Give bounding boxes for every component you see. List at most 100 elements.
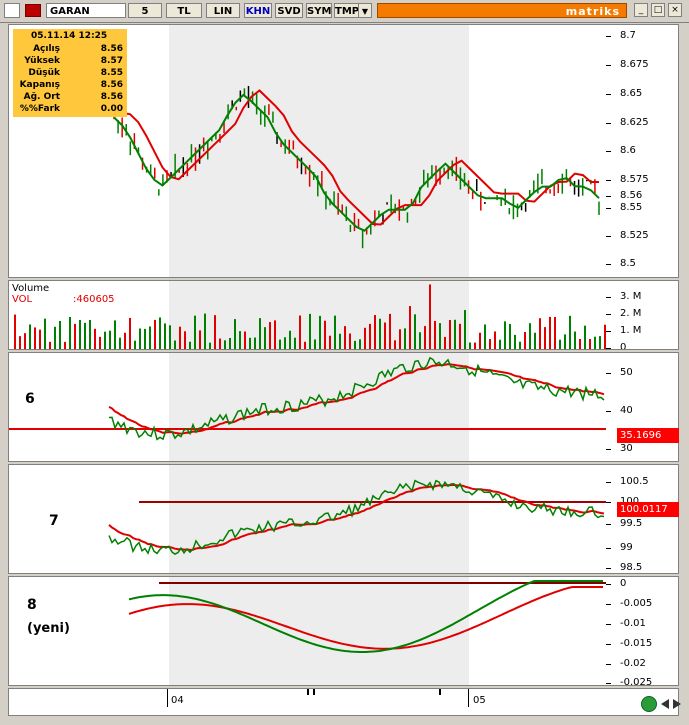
indicator-chart-6	[9, 353, 606, 461]
price-tick: 8.5	[620, 258, 636, 269]
scroll-left-icon[interactable]	[661, 699, 669, 709]
volume-bar	[489, 339, 491, 349]
volume-bar	[539, 318, 541, 349]
volume-bar	[504, 321, 506, 349]
volume-bar	[264, 327, 266, 349]
volume-bar	[19, 336, 21, 349]
indicator-axis-8[interactable]: 0 -0.005 -0.01 -0.015 -0.02 -0.025	[606, 576, 679, 686]
volume-bar	[199, 330, 201, 349]
volume-bar	[109, 330, 111, 349]
volume-bar	[124, 332, 126, 349]
volume-value: :460605	[73, 294, 115, 305]
volume-bar	[219, 338, 221, 349]
volume-bar	[89, 319, 91, 349]
value-badge-6: 35.1696	[617, 428, 679, 443]
toolbar: GARAN 5 TL LIN KHN SVD SYM TMP ▼ matriks…	[0, 0, 689, 23]
volume-bar	[49, 341, 51, 349]
time-axis[interactable]: 04 05	[8, 688, 681, 716]
volume-bar	[64, 341, 66, 349]
symbol-field[interactable]: GARAN	[46, 3, 126, 18]
volume-bar	[474, 342, 476, 349]
volume-bar	[209, 342, 211, 349]
info-row-change: %%Fark 0.00	[19, 104, 123, 114]
price-axis[interactable]: 8.7 8.675 8.65 8.625 8.6 8.575 8.56 8.55…	[606, 24, 679, 278]
price-tick: 8.65	[620, 88, 643, 99]
indicator-panel-6[interactable]: 6	[8, 352, 607, 462]
volume-axis[interactable]: 3. M 2. M 1. M 0	[606, 280, 679, 350]
volume-bar	[364, 327, 366, 349]
volume-bar	[374, 315, 376, 349]
volume-bar	[459, 323, 461, 349]
price-tick: 8.6	[620, 145, 636, 156]
volume-bar	[239, 331, 241, 349]
info-row-open: Açılış 8.56	[33, 44, 123, 54]
volume-bar	[119, 337, 121, 349]
scale-button[interactable]: LIN	[206, 3, 240, 18]
session-shade	[169, 577, 469, 685]
tmp-button[interactable]: TMP	[334, 3, 360, 18]
volume-bar	[469, 342, 471, 349]
volume-bar	[84, 322, 86, 349]
volume-bar	[254, 337, 256, 349]
volume-bar	[44, 318, 46, 349]
volume-bar	[434, 321, 436, 349]
axis-tick: 98.5	[620, 562, 643, 573]
volume-bar	[444, 336, 446, 349]
volume-bar	[169, 325, 171, 349]
period-button[interactable]: 5	[128, 3, 162, 18]
info-row-high: Yüksek 8.57	[24, 56, 123, 66]
info-date: 05.11.14 12:25	[31, 31, 108, 41]
indicator-panel-8[interactable]: 8 (yeni)	[8, 576, 607, 686]
indicator-axis-7[interactable]: 100.5 100 99.5 99 98.5	[606, 464, 679, 574]
axis-tick: 99.5	[620, 518, 643, 529]
minimize-button[interactable]: _	[634, 3, 648, 17]
volume-bar	[104, 331, 106, 349]
volume-bar	[399, 329, 401, 349]
volume-bar	[194, 315, 196, 349]
axis-tick: -0.015	[620, 638, 653, 649]
volume-bar	[69, 317, 71, 349]
indicator-panel-7[interactable]: 7	[8, 464, 607, 574]
volume-title: Volume	[12, 283, 50, 294]
currency-button[interactable]: TL	[166, 3, 202, 18]
dropdown-button[interactable]: ▼	[358, 3, 372, 18]
volume-bar	[549, 316, 551, 349]
scroll-right-icon[interactable]	[673, 699, 681, 709]
sym-button[interactable]: SYM	[306, 3, 332, 18]
volume-bar	[14, 314, 16, 349]
volume-bar	[339, 333, 341, 349]
volume-bar	[464, 310, 466, 349]
volume-bar	[409, 306, 411, 349]
volume-bar	[34, 327, 36, 349]
axis-tick: 99	[620, 542, 633, 553]
session-shade	[169, 25, 469, 277]
volume-bar	[174, 340, 176, 349]
date-label: 04	[171, 695, 184, 706]
panel-label-8: 8	[27, 597, 37, 613]
ohlc-info-box: 05.11.14 12:25 Açılış 8.56 Yüksek 8.57 Düş…	[13, 29, 127, 117]
volume-bar	[479, 332, 481, 349]
axis-tick: -0.005	[620, 598, 653, 609]
volume-bar	[419, 332, 421, 349]
price-panel[interactable]: 05.11.14 12:25 Açılış 8.56 Yüksek 8.57 Düş…	[8, 24, 607, 278]
refresh-icon[interactable]	[641, 696, 657, 712]
volume-bar	[289, 330, 291, 349]
volume-bar	[79, 320, 81, 349]
volume-bar	[139, 328, 141, 349]
volume-panel[interactable]: Volume VOL :460605	[8, 280, 607, 350]
maximize-button[interactable]: □	[651, 3, 665, 17]
svd-button[interactable]: SVD	[275, 3, 303, 18]
axis-tick: 0	[620, 578, 627, 589]
volume-bar	[544, 327, 546, 349]
volume-bar	[484, 324, 486, 349]
volume-bar	[584, 325, 586, 349]
khn-button[interactable]: KHN	[244, 3, 272, 18]
volume-bar	[494, 331, 496, 349]
price-tick: 8.625	[620, 117, 649, 128]
indicator-axis-6[interactable]: 50 40 30	[606, 352, 679, 462]
volume-bar	[384, 322, 386, 349]
close-button[interactable]: ×	[668, 3, 682, 17]
chart-symbol-icon[interactable]	[4, 3, 20, 18]
info-row-low: Düşük 8.55	[28, 68, 123, 78]
volume-bar	[524, 332, 526, 349]
